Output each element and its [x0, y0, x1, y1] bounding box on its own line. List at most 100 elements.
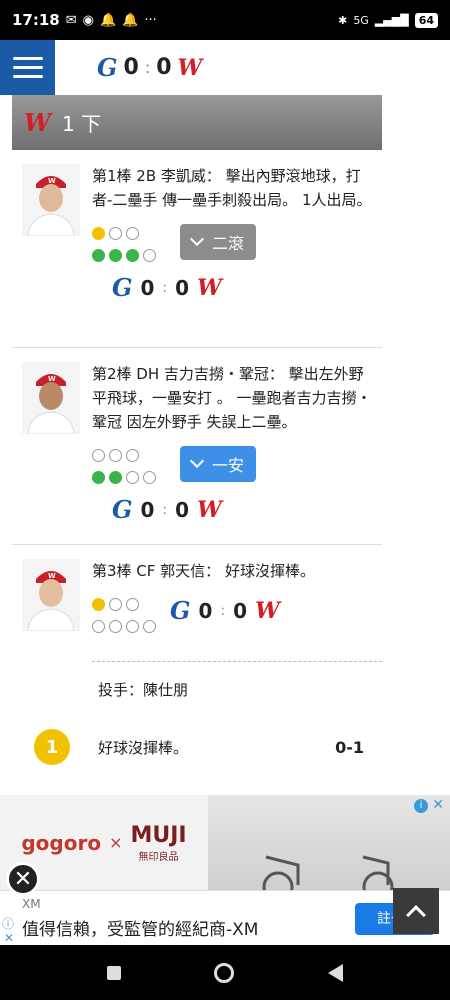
strike-dot — [143, 248, 156, 262]
pitcher-row: 投手：陳仕朋 — [92, 661, 382, 717]
ball-dot — [126, 226, 139, 240]
score-separator: : — [220, 603, 226, 619]
svg-text:W: W — [48, 572, 56, 580]
bell-icon: 🔔 — [100, 12, 117, 28]
play-description: 第2棒 DH 吉力吉撈・鞏冠： 擊出左外野平飛球，一壘安打 。 一壘跑者吉力吉撈… — [92, 365, 372, 431]
ball-dot — [109, 226, 122, 240]
plate-appearance[interactable]: W 第1棒 2B 李凱威： 擊出內野滾地球，打者-二壘手 傳一壘手刺殺出局。 1… — [12, 150, 382, 348]
ball-dot — [126, 597, 139, 611]
bell-icon: 🔔 — [122, 12, 139, 28]
pitch-item: 1 好球沒揮棒。 0-1 — [12, 717, 382, 777]
score-separator: : — [162, 502, 168, 518]
away-score: 0 — [198, 599, 213, 623]
home-score: 0 — [156, 55, 172, 80]
ad-source: XM — [22, 897, 41, 911]
scroll-to-top-button[interactable] — [393, 888, 439, 934]
ad-info-icon[interactable]: i — [414, 799, 428, 813]
status-system-icons: ✱ 5G ▂▄▆█ 64 — [338, 12, 438, 28]
bluetooth-icon: ✱ — [338, 13, 348, 27]
ball-dot — [92, 226, 105, 240]
inning-label: 1 下 — [61, 112, 102, 136]
recents-icon[interactable] — [106, 965, 121, 980]
hamburger-line — [12, 66, 43, 69]
inning-header: W 1 下 — [12, 95, 382, 150]
score-separator: : — [144, 58, 151, 77]
ad-close-icon[interactable]: ✕ — [432, 797, 444, 813]
strike-dot — [126, 248, 139, 262]
home-team-logo-icon: W — [197, 497, 222, 523]
bottom-ad-banner[interactable]: ⓘ ✕ XM 值得信賴，受監管的經紀商-XM 註冊 — [0, 890, 450, 945]
back-icon[interactable] — [328, 963, 344, 982]
svg-text:W: W — [48, 177, 56, 185]
status-time: 17:18 — [12, 11, 60, 29]
away-score: 0 — [140, 276, 155, 300]
away-score: 0 — [140, 498, 155, 522]
score-after-play: G 0 : 0 W — [170, 589, 280, 633]
strike-dot — [92, 619, 105, 633]
ball-dot — [92, 597, 105, 611]
strike-dot — [92, 248, 105, 262]
status-notification-icons: ✉ ◉ 🔔 🔔 ··· — [66, 13, 157, 28]
pitch-description: 好球沒揮棒。 — [98, 738, 189, 757]
strike-dot — [126, 470, 139, 484]
home-score: 0 — [175, 498, 190, 522]
home-team-logo-icon: W — [197, 275, 222, 301]
ad-info-icon[interactable]: ⓘ — [2, 915, 14, 932]
score-after-play: G 0 : 0 W — [112, 266, 382, 310]
strike-dot — [109, 248, 122, 262]
count-indicators: G 0 : 0 W — [92, 593, 382, 651]
hamburger-line — [12, 75, 43, 78]
home-icon[interactable] — [214, 962, 235, 983]
play-description: 第3棒 CF 郭天信： 好球沒揮棒。 — [92, 562, 315, 580]
play-by-play: W 1 下 W 第1棒 2B 李凱威： 擊出內野滾地球，打者-二壘手 傳一壘手刺… — [12, 95, 382, 777]
ad-text: 值得信賴，受監管的經紀商-XM — [22, 920, 259, 940]
ad-times: × — [109, 833, 123, 852]
menu-button[interactable] — [0, 40, 55, 95]
system-nav-bar — [0, 945, 450, 1000]
chevron-up-icon — [406, 905, 426, 925]
ball-dot — [126, 448, 139, 462]
plate-appearance[interactable]: W 第3棒 CF 郭天信： 好球沒揮棒。 G 0 : 0 W 投手：陳仕朋 1 … — [12, 545, 382, 777]
ball-dot — [109, 448, 122, 462]
status-bar: 17:18 ✉ ◉ 🔔 🔔 ··· ✱ 5G ▂▄▆█ 64 — [0, 0, 450, 40]
count-indicators: 一安 — [92, 444, 382, 488]
player-photo-avatar: W — [22, 559, 80, 631]
ad-brand-group: MUJI 無印良品 — [130, 823, 186, 863]
player-photo-avatar: W — [22, 164, 80, 236]
battery-icon: 64 — [414, 12, 438, 28]
score-separator: : — [162, 280, 168, 296]
more-icon: ··· — [144, 12, 157, 28]
away-team-logo-icon: G — [112, 495, 133, 524]
ball-dot — [109, 597, 122, 611]
result-label: 一安 — [212, 456, 245, 475]
away-team-logo-icon: G — [112, 273, 133, 302]
header-score: G 0 : 0 W — [97, 52, 202, 82]
strike-dot — [126, 619, 139, 633]
pitch-number-badge: 1 — [34, 729, 70, 765]
ad-brand-sub: 無印良品 — [138, 851, 179, 863]
signal-bars-icon: ▂▄▆█ — [374, 13, 409, 27]
away-team-logo-icon: G — [97, 52, 118, 82]
chevron-down-icon — [189, 231, 205, 247]
ad-image-right — [208, 795, 450, 903]
pitcher-label: 投手：陳仕朋 — [98, 681, 189, 699]
batting-team-logo-icon: W — [24, 107, 51, 137]
plate-appearance[interactable]: W 第2棒 DH 吉力吉撈・鞏冠： 擊出左外野平飛球，一壘安打 。 一壘跑者吉力… — [12, 348, 382, 545]
result-toggle-button[interactable]: 二滾 — [180, 224, 257, 260]
ad-close-icon[interactable]: ✕ — [4, 931, 14, 945]
close-icon[interactable]: ✕ — [6, 862, 40, 896]
home-team-logo-icon: W — [255, 598, 280, 624]
result-toggle-button[interactable]: 一安 — [180, 446, 257, 482]
strike-dot — [109, 619, 122, 633]
top-bar: G 0 : 0 W — [0, 40, 450, 95]
result-label: 二滾 — [212, 234, 245, 253]
ad-brand: MUJI — [130, 822, 187, 848]
svg-text:W: W — [48, 375, 56, 383]
hamburger-line — [12, 57, 43, 60]
home-score: 0 — [175, 276, 190, 300]
play-description: 第1棒 2B 李凱威： 擊出內野滾地球，打者-二壘手 傳一壘手刺殺出局。 1人出… — [92, 167, 372, 209]
home-score: 0 — [233, 599, 248, 623]
player-photo-avatar: W — [22, 362, 80, 434]
away-team-logo-icon: G — [170, 596, 191, 625]
chevron-down-icon — [189, 453, 205, 469]
